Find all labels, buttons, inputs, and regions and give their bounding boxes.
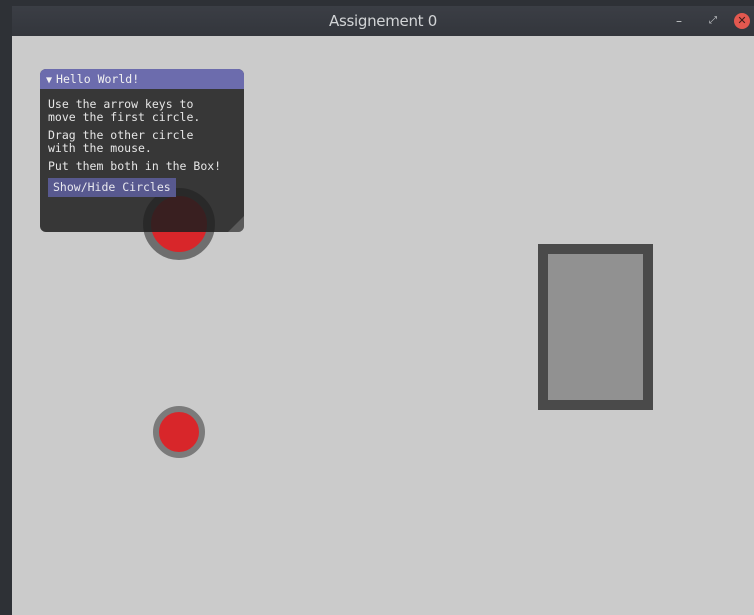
panel-titlebar[interactable]: ▼ Hello World! <box>40 69 244 89</box>
triangle-down-icon[interactable]: ▼ <box>46 75 52 86</box>
window-title: Assignement 0 <box>329 12 437 30</box>
instruction-text: Put them both in the Box! <box>48 159 222 173</box>
target-box <box>538 244 653 410</box>
minimize-icon[interactable]: – <box>670 12 688 30</box>
instruction-text: Use the arrow keys to move the first cir… <box>48 97 201 124</box>
maximize-icon[interactable]: ⤢ <box>704 12 722 30</box>
resize-grip-icon[interactable] <box>228 216 244 232</box>
hello-world-panel: ▼ Hello World! Use the arrow keys to move… <box>40 69 244 232</box>
close-icon[interactable]: ✕ <box>734 13 750 29</box>
mouse-drag-circle[interactable] <box>153 406 205 458</box>
window-titlebar[interactable]: Assignement 0 – ⤢ ✕ <box>12 6 754 36</box>
instruction-text: Drag the other circle with the mouse. <box>48 128 194 155</box>
show-hide-circles-button[interactable]: Show/Hide Circles <box>48 178 176 197</box>
panel-title: Hello World! <box>56 72 140 86</box>
